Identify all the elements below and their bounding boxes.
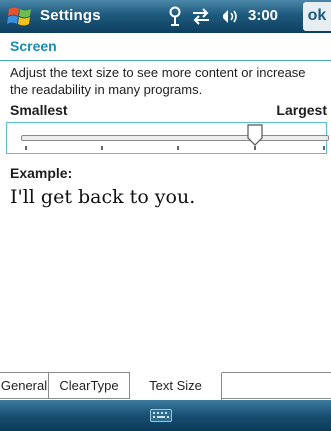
- slider-tick: [25, 146, 27, 150]
- description-text: Adjust the text size to see more content…: [10, 65, 306, 97]
- volume-icon[interactable]: [220, 8, 240, 25]
- slider-tick: [177, 146, 179, 150]
- connectivity-icon[interactable]: [168, 6, 182, 26]
- tab-bar: General ClearType Text Size: [0, 372, 331, 401]
- tab-general[interactable]: General: [0, 373, 49, 399]
- page-title: Screen: [10, 38, 57, 54]
- slider-min-label: Smallest: [10, 102, 68, 118]
- tab-bar-rule: [222, 398, 331, 399]
- windows-start-icon[interactable]: [7, 5, 33, 29]
- clock[interactable]: 3:00: [248, 7, 278, 24]
- ok-button[interactable]: ok: [303, 2, 331, 31]
- slider-thumb[interactable]: [247, 124, 263, 146]
- sync-arrows-icon[interactable]: [191, 8, 211, 25]
- slider-tick: [101, 146, 103, 150]
- example-label: Example:: [10, 165, 73, 181]
- example-text: I'll get back to you.: [10, 186, 196, 208]
- slider-tick: [323, 146, 325, 150]
- slider-max-label: Largest: [276, 102, 327, 118]
- bottom-bar: [0, 400, 331, 431]
- slider-tick: [254, 146, 256, 150]
- keyboard-icon[interactable]: [150, 409, 172, 422]
- text-size-slider[interactable]: [6, 122, 329, 154]
- slider-track[interactable]: [21, 135, 329, 141]
- title-bar: Settings 3:00 ok: [0, 0, 331, 33]
- window-title: Settings: [40, 7, 101, 24]
- tab-text-size[interactable]: Text Size: [130, 372, 222, 400]
- tab-cleartype[interactable]: ClearType: [49, 373, 130, 399]
- page-header: Screen: [0, 33, 331, 61]
